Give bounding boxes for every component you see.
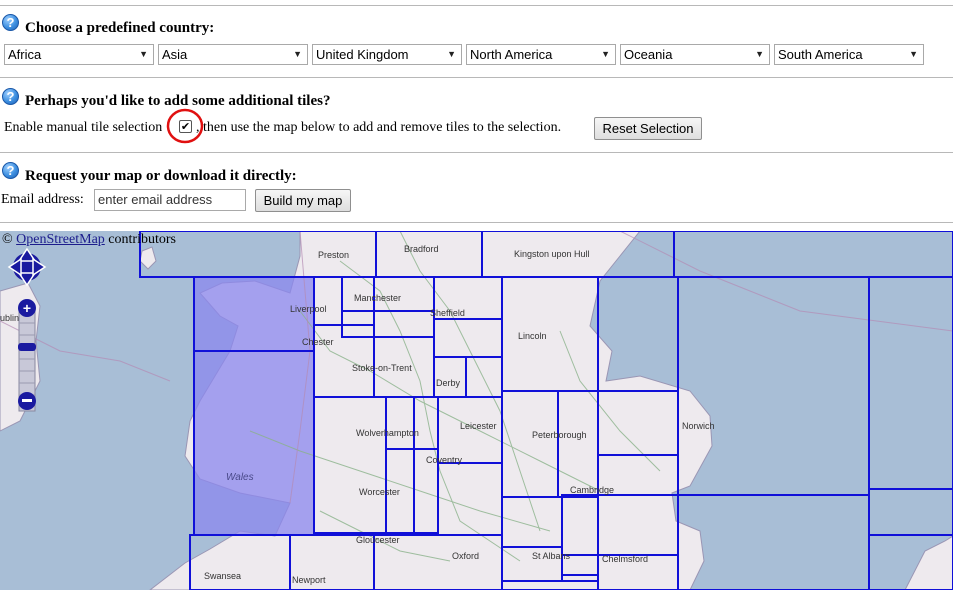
chevron-down-icon: ▼ (909, 49, 918, 59)
section-title-request: Request your map or download it directly… (25, 168, 297, 184)
country-select-oceania[interactable]: Oceania ▼ (620, 44, 770, 65)
select-value: United Kingdom (316, 47, 409, 62)
place-label: Preston (318, 250, 349, 260)
place-label: Leicester (460, 421, 497, 431)
openstreetmap-link[interactable]: OpenStreetMap (16, 232, 105, 247)
tile-map[interactable]: Bradford Preston Kingston upon Hull Manc… (0, 231, 953, 590)
place-label: Kingston upon Hull (514, 249, 590, 259)
place-label: Cambridge (570, 485, 614, 495)
place-label: Chester (302, 337, 334, 347)
attribution-suffix: contributors (108, 232, 176, 247)
place-label: Norwich (682, 421, 715, 431)
help-icon[interactable]: ? (2, 162, 19, 179)
place-label: Wolverhampton (356, 428, 419, 438)
place-label: Oxford (452, 551, 479, 561)
selected-tile[interactable] (194, 351, 314, 535)
divider-top (0, 5, 953, 6)
chevron-down-icon: ▼ (601, 49, 610, 59)
select-value: Oceania (624, 47, 673, 62)
place-label: Peterborough (532, 430, 587, 440)
select-value: Asia (162, 47, 188, 62)
place-label: Sheffield (430, 308, 465, 318)
selected-tile[interactable] (194, 277, 314, 351)
map-canvas[interactable]: Bradford Preston Kingston upon Hull Manc… (0, 231, 953, 590)
zoom-control[interactable]: + (18, 299, 36, 412)
minus-icon (22, 399, 32, 402)
manual-selection-instructions: , then use the map below to add and remo… (196, 120, 562, 135)
country-select-uk[interactable]: United Kingdom ▼ (312, 44, 462, 65)
divider-1 (0, 77, 953, 78)
divider-3 (0, 222, 953, 223)
chevron-down-icon: ▼ (139, 49, 148, 59)
place-label: Chelmsford (602, 554, 648, 564)
place-label: Newport (292, 575, 326, 585)
email-field[interactable]: enter email address (94, 189, 246, 211)
help-icon[interactable]: ? (2, 88, 19, 105)
reset-selection-button[interactable]: Reset Selection (594, 117, 702, 140)
place-label: Bradford (404, 244, 439, 254)
country-select-north-america[interactable]: North America ▼ (466, 44, 616, 65)
copyright-symbol: © (2, 232, 13, 247)
place-label: Stoke-on-Trent (352, 363, 412, 373)
place-label: Derby (436, 378, 461, 388)
select-value: South America (778, 47, 863, 62)
place-label: Lincoln (518, 331, 547, 341)
country-select-south-america[interactable]: South America ▼ (774, 44, 924, 65)
map-attribution: © OpenStreetMap contributors (2, 232, 176, 248)
zoom-slider-handle[interactable] (18, 343, 36, 351)
divider-2 (0, 152, 953, 153)
build-map-button[interactable]: Build my map (255, 189, 351, 212)
select-value: North America (470, 47, 553, 62)
place-label: Coventry (426, 455, 463, 465)
section-title-country: Choose a predefined country: (25, 20, 215, 36)
place-label: Manchester (354, 293, 401, 303)
manual-selection-label: Enable manual tile selection (4, 120, 163, 135)
select-value: Africa (8, 47, 42, 62)
place-label: Liverpool (290, 304, 327, 314)
chevron-down-icon: ▼ (447, 49, 456, 59)
place-label: Gloucester (356, 535, 400, 545)
country-select-asia[interactable]: Asia ▼ (158, 44, 308, 65)
place-label: Swansea (204, 571, 241, 581)
country-select-africa[interactable]: Africa ▼ (4, 44, 154, 65)
place-label: Worcester (359, 487, 400, 497)
plus-icon: + (23, 300, 31, 316)
help-icon[interactable]: ? (2, 14, 19, 31)
chevron-down-icon: ▼ (293, 49, 302, 59)
place-label: St Albans (532, 551, 571, 561)
email-label: Email address: (1, 192, 84, 207)
place-label: ublin (0, 313, 19, 323)
place-label: Wales (226, 472, 254, 483)
chevron-down-icon: ▼ (755, 49, 764, 59)
